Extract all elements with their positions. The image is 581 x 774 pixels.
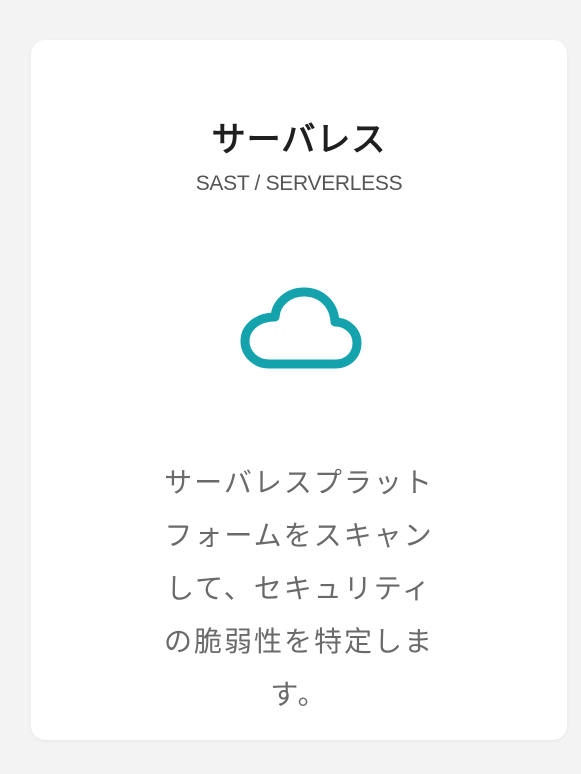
card-description: サーバレスプラット フォームをスキャン して、セキュリティ の脆弱性を特定しま … bbox=[163, 466, 434, 711]
cloud-icon bbox=[231, 280, 371, 380]
card-title: サーバレス bbox=[211, 120, 387, 160]
serverless-card[interactable]: サーバレス SAST / SERVERLESS サーバレスプラット フォームをス… bbox=[31, 40, 567, 740]
card-subtitle: SAST / SERVERLESS bbox=[195, 172, 403, 195]
